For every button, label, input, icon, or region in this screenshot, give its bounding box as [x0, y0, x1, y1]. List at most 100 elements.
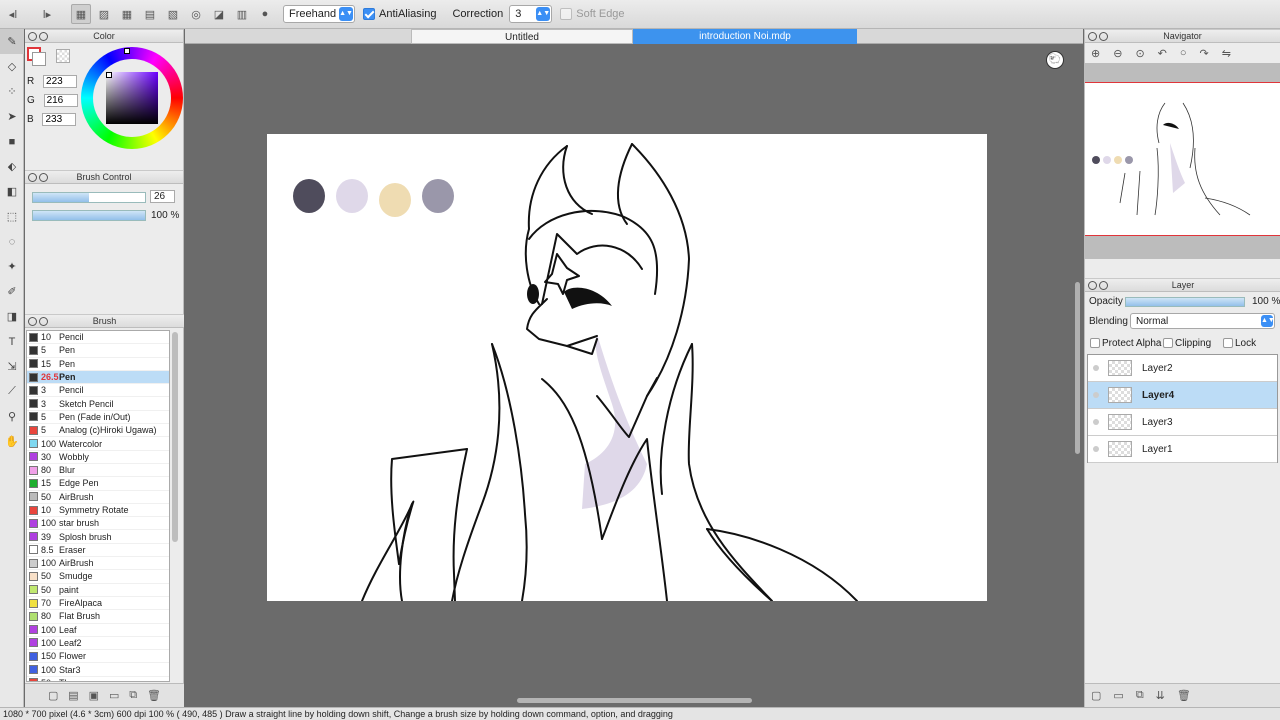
canvas-area[interactable]: 🐑	[185, 44, 1083, 707]
zoom-in-icon[interactable]: ⊕	[1091, 47, 1100, 60]
transparent-color-swatch[interactable]	[56, 49, 70, 63]
brush-opacity-slider[interactable]	[32, 210, 146, 221]
brush-size-field[interactable]: 26	[150, 190, 175, 203]
flip-horizontal-icon[interactable]: ⇋	[1222, 47, 1231, 60]
folder-icon[interactable]: ▭	[109, 689, 119, 702]
canvas-horizontal-scrollbar[interactable]	[517, 698, 752, 703]
gradient-tool-icon[interactable]: ◧	[0, 179, 24, 204]
select-eraser-tool-icon[interactable]: ◨	[0, 304, 24, 329]
close-icon[interactable]	[1088, 281, 1097, 290]
brush-list-item[interactable]: 50 Smudge	[27, 570, 169, 584]
operation-tool-icon[interactable]: ⇲	[0, 354, 24, 379]
saturation-value-square[interactable]	[106, 72, 158, 124]
dot-tool-icon[interactable]: ⁘	[0, 79, 24, 104]
new-folder-icon[interactable]: ▭	[1113, 689, 1123, 702]
brush-size-slider[interactable]	[32, 192, 146, 203]
merge-layer-icon[interactable]: ⇊	[1156, 689, 1165, 702]
navigator-preview[interactable]	[1085, 63, 1280, 259]
divide-tool-icon[interactable]: ⟋	[0, 379, 24, 404]
parallel-snap-icon[interactable]: ▨	[94, 4, 114, 24]
select-pen-tool-icon[interactable]: ✐	[0, 279, 24, 304]
lock-checkbox[interactable]	[1223, 338, 1233, 348]
trash-icon[interactable]: 🗑	[147, 689, 161, 702]
protect-alpha-checkbox[interactable]	[1090, 338, 1100, 348]
brush-list-item[interactable]: 50 paint	[27, 584, 169, 597]
new-layer-icon[interactable]: ▢	[1091, 689, 1101, 702]
brush-list-item[interactable]: 100 Leaf	[27, 624, 169, 637]
brush-list-item[interactable]: 70 FireAlpaca	[27, 597, 169, 611]
brush-list-item[interactable]: 100 star brush	[27, 517, 169, 531]
brush-list-item[interactable]: 10 Pencil	[27, 331, 169, 345]
select-tool-icon[interactable]: ⬚	[0, 204, 24, 229]
layer-row-layer1[interactable]: Layer1	[1088, 436, 1277, 463]
eye-icon[interactable]	[1093, 392, 1099, 398]
brush-list-item[interactable]: 30 Wobbly	[27, 451, 169, 464]
edit-brush-icon[interactable]: ▤	[68, 689, 78, 702]
correction-select[interactable]: 3 ▲▼	[509, 5, 553, 23]
brush-list-item[interactable]: 5 Analog (c)Hiroki Ugawa)	[27, 424, 169, 438]
undo-icon[interactable]: ◂ǀ	[3, 4, 23, 24]
concentric-snap-icon[interactable]: ◎	[186, 4, 206, 24]
duplicate-layer-icon[interactable]: ⧉	[1136, 689, 1144, 702]
brush-list-item[interactable]: 100 Watercolor	[27, 437, 169, 451]
sv-marker[interactable]	[106, 72, 112, 78]
eyedropper-tool-icon[interactable]: ⚲	[0, 404, 24, 429]
brush-list-item[interactable]: 5 Pen	[27, 344, 169, 358]
brush-list-item[interactable]: 5 Pen (Fade in/Out)	[27, 411, 169, 425]
hand-tool-icon[interactable]: ✋	[0, 429, 24, 454]
minimize-icon[interactable]	[39, 32, 48, 41]
blue-input[interactable]	[42, 113, 77, 126]
canvas-vertical-scrollbar[interactable]	[1075, 282, 1080, 454]
close-icon[interactable]	[1088, 32, 1097, 41]
drawing-canvas[interactable]	[267, 134, 987, 601]
brush-list-item[interactable]: 26.5 Pen	[27, 370, 169, 385]
brush-list-item[interactable]: 50Thorn	[27, 677, 169, 681]
close-icon[interactable]	[28, 317, 37, 326]
tab-introduction-noi[interactable]: introduction Noi.mdp	[633, 29, 857, 44]
brush-list-item[interactable]: 15 Pen	[27, 358, 169, 371]
brush-list-item[interactable]: 100 Star3	[27, 663, 169, 677]
brush-list-item[interactable]: 100 Leaf2	[27, 637, 169, 651]
eye-icon[interactable]	[1093, 446, 1099, 452]
new-brush-icon[interactable]: ▢	[48, 689, 58, 702]
tab-untitled[interactable]: Untitled	[411, 29, 633, 44]
minimize-icon[interactable]	[1099, 32, 1108, 41]
layer-row-layer4[interactable]: Layer4	[1088, 382, 1277, 409]
grid-snap-icon[interactable]: ▦	[117, 4, 137, 24]
duplicate-brush-icon[interactable]: ▣	[89, 689, 99, 702]
minimize-icon[interactable]	[39, 173, 48, 182]
green-input[interactable]	[43, 94, 78, 107]
red-input[interactable]	[43, 75, 78, 88]
close-icon[interactable]	[28, 32, 37, 41]
brush-list-item[interactable]: 3 Pencil	[27, 384, 169, 398]
pen-tool-icon[interactable]: ✎	[0, 29, 24, 54]
brush-list-item[interactable]: 80 Flat Brush	[27, 610, 169, 624]
layer-opacity-slider[interactable]	[1125, 297, 1245, 307]
secondary-color-swatch[interactable]	[32, 52, 46, 66]
brush-list-item[interactable]: 150 Flower	[27, 650, 169, 664]
eye-icon[interactable]	[1093, 365, 1099, 371]
lasso-tool-icon[interactable]: ◌	[0, 229, 24, 254]
trash-icon[interactable]: 🗑	[1177, 689, 1191, 702]
eye-icon[interactable]	[1093, 419, 1099, 425]
eraser-tool-icon[interactable]: ◇	[0, 54, 24, 79]
magic-wand-tool-icon[interactable]: ✦	[0, 254, 24, 279]
brush-list-scrollbar[interactable]	[172, 332, 178, 542]
zoom-out-icon[interactable]: ⊖	[1113, 47, 1122, 60]
antialiasing-checkbox[interactable]	[363, 8, 375, 20]
brush-list-item[interactable]: 39 Splosh brush	[27, 530, 169, 544]
cross-snap-icon[interactable]: ▤	[140, 4, 160, 24]
rotate-reset-icon[interactable]: ○	[1180, 47, 1187, 59]
brush-list-item[interactable]: 15 Edge Pen	[27, 477, 169, 491]
alpaca-icon[interactable]: 🐑	[1046, 51, 1064, 69]
move-tool-icon[interactable]: ➤	[0, 104, 24, 129]
bucket-tool-icon[interactable]: ⬖	[0, 154, 24, 179]
brush-list-item[interactable]: 8.5 Eraser	[27, 544, 169, 558]
brush-list-item[interactable]: 10 Symmetry Rotate	[27, 504, 169, 518]
curve-snap-icon[interactable]: ◪	[209, 4, 229, 24]
brush-list-item[interactable]: 50 AirBrush	[27, 491, 169, 504]
minimize-icon[interactable]	[1099, 281, 1108, 290]
text-tool-icon[interactable]: T	[0, 329, 24, 354]
clipping-checkbox[interactable]	[1163, 338, 1173, 348]
hue-marker[interactable]	[124, 48, 130, 54]
